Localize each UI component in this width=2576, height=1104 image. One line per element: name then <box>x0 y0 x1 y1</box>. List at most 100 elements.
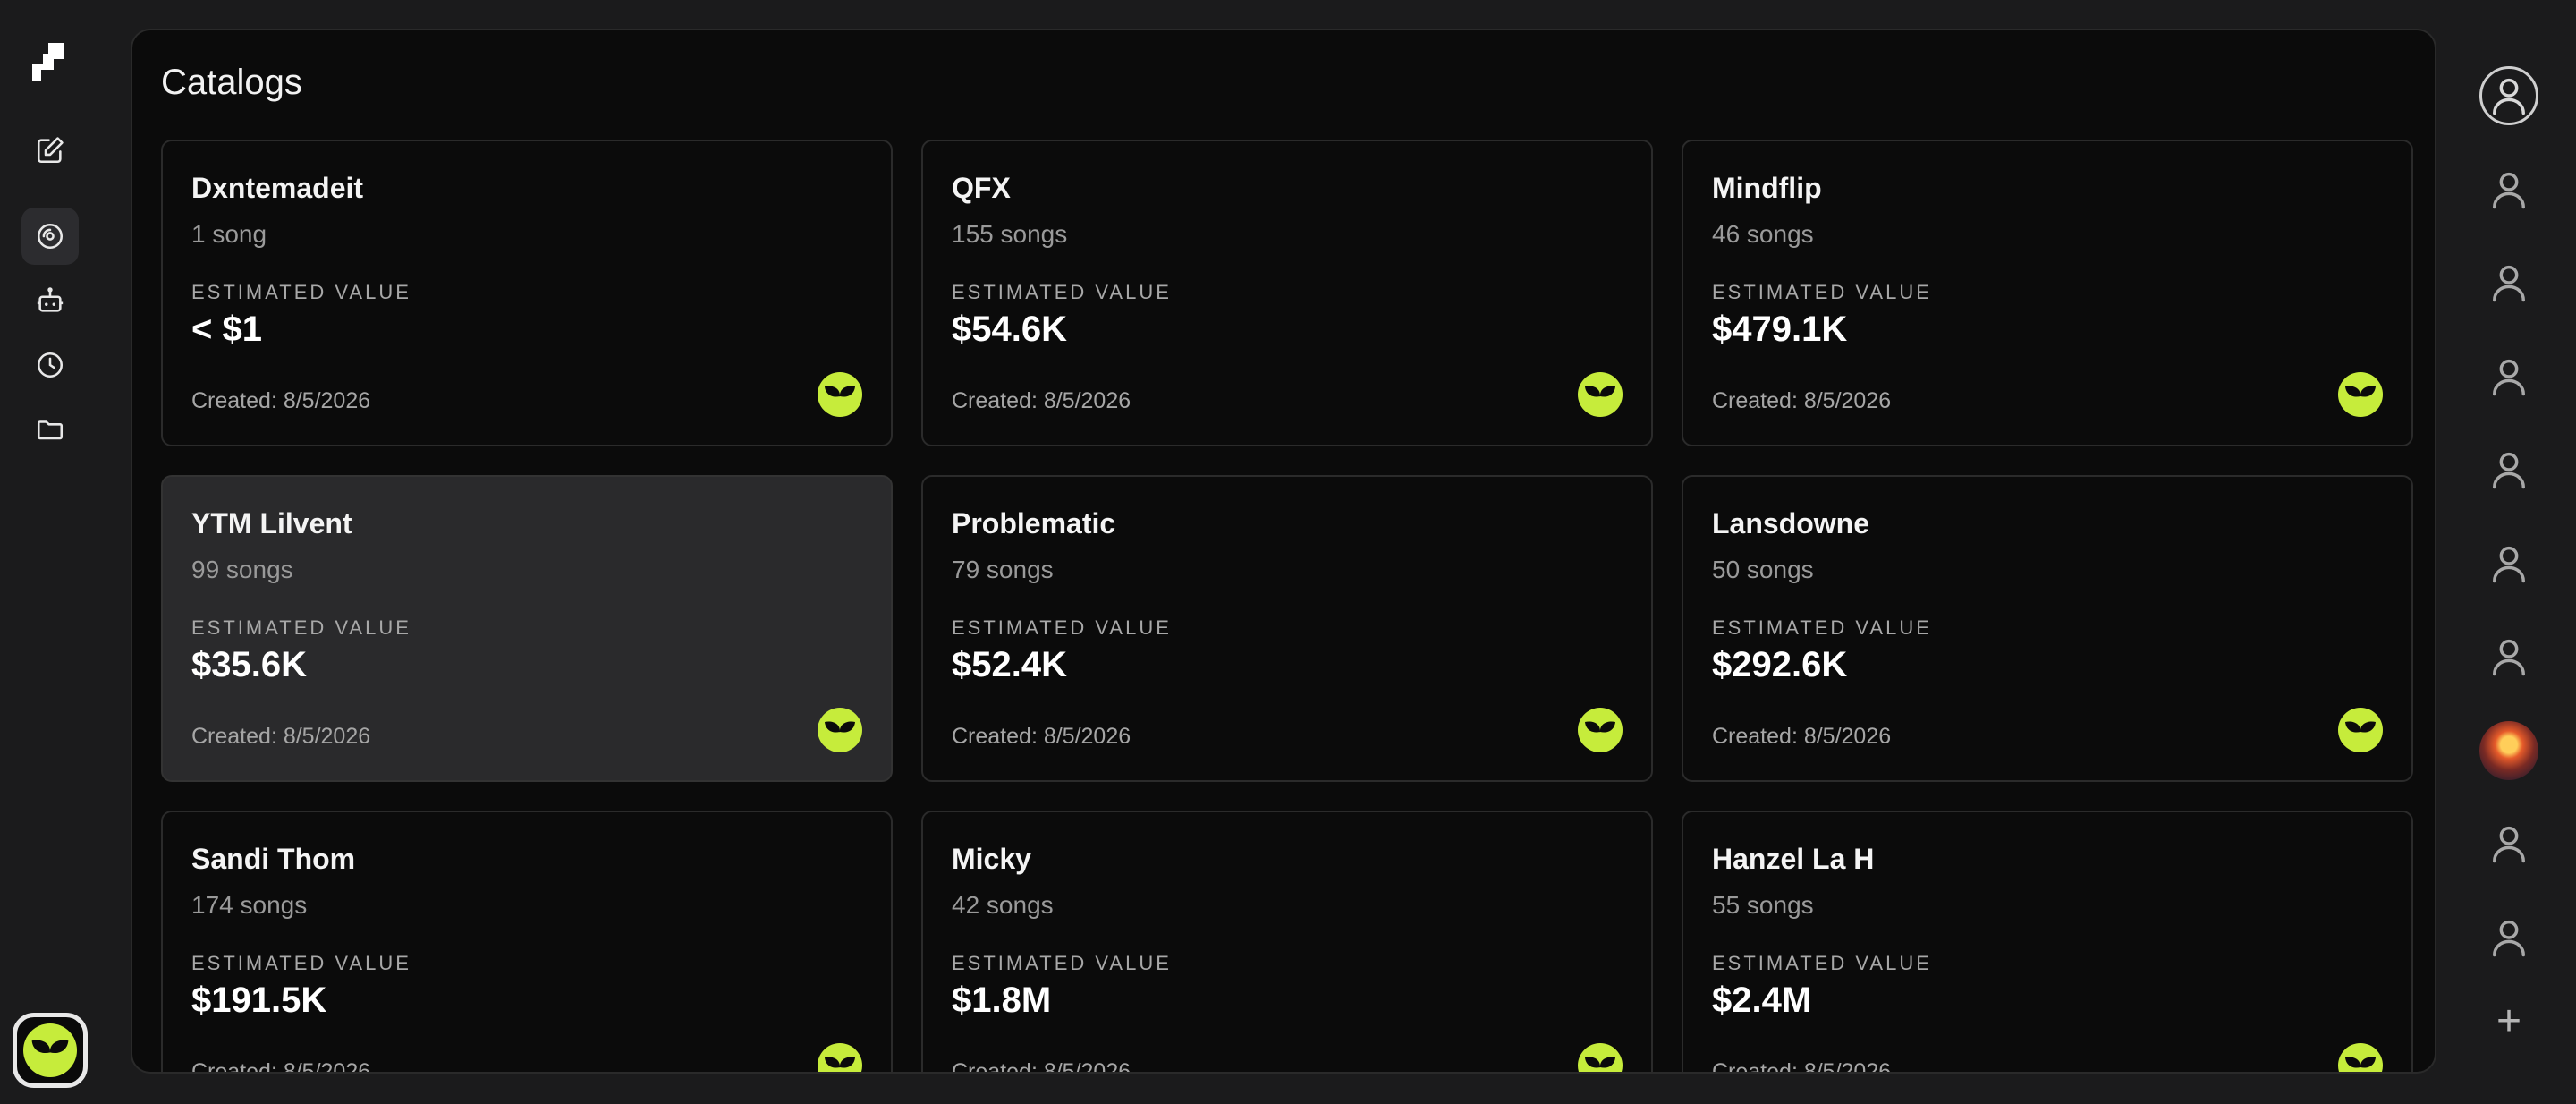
estimated-value-label: ESTIMATED VALUE <box>1712 952 1932 974</box>
catalog-card[interactable]: Sandi Thom 174 songs ESTIMATED VALUE $191.5… <box>161 811 893 1074</box>
song-count: 174 songs <box>191 891 308 919</box>
catalog-name: Hanzel La H <box>1712 843 1875 875</box>
song-count: 46 songs <box>1712 220 1814 248</box>
estimated-value: $2.4M <box>1712 981 1812 1020</box>
created-date: Created: 8/5/2026 <box>1712 724 1892 749</box>
sprout-badge-icon <box>1578 372 1623 417</box>
estimated-value-label: ESTIMATED VALUE <box>1712 616 1932 639</box>
song-count: 55 songs <box>1712 891 1814 919</box>
user-icon <box>2493 639 2525 676</box>
user-avatar[interactable] <box>2479 66 2538 125</box>
logo-icon[interactable] <box>29 39 73 84</box>
estimated-value: $479.1K <box>1712 310 1848 349</box>
left-sidebar <box>0 0 100 1104</box>
created-date: Created: 8/5/2026 <box>191 724 371 749</box>
user-icon <box>2493 359 2525 395</box>
created-date: Created: 8/5/2026 <box>952 388 1131 413</box>
robot-icon <box>37 287 64 312</box>
catalog-card[interactable]: Micky 42 songs ESTIMATED VALUE $1.8M Created… <box>921 811 1653 1074</box>
add-user-button[interactable]: + <box>2479 991 2538 1050</box>
files-nav-button[interactable] <box>21 401 79 458</box>
catalog-name: Problematic <box>952 507 1116 539</box>
created-date: Created: 8/5/2026 <box>1712 1059 1892 1074</box>
catalog-card[interactable]: Problematic 79 songs ESTIMATED VALUE $52.4K… <box>921 475 1653 782</box>
user-avatar[interactable] <box>2479 440 2538 499</box>
catalog-name: Micky <box>952 843 1031 875</box>
sprout-badge-icon <box>818 708 862 752</box>
sprout-badge-icon <box>2338 372 2383 417</box>
catalog-name: Sandi Thom <box>191 843 356 875</box>
created-date: Created: 8/5/2026 <box>952 724 1131 749</box>
catalog-grid: Dxntemadeit 1 song ESTIMATED VALUE < $1 Crea… <box>161 140 2413 1074</box>
catalogs-nav-button[interactable] <box>21 208 79 265</box>
user-icon <box>2493 826 2525 863</box>
user-avatar[interactable] <box>2479 627 2538 686</box>
user-avatar[interactable] <box>2479 534 2538 593</box>
estimated-value: $54.6K <box>952 310 1067 349</box>
edit-button[interactable] <box>21 122 79 179</box>
user-avatar[interactable] <box>2479 160 2538 219</box>
user-icon <box>2493 265 2525 302</box>
estimated-value-label: ESTIMATED VALUE <box>191 952 411 974</box>
catalog-card[interactable]: Hanzel La H 55 songs ESTIMATED VALUE $2.4M C… <box>1682 811 2413 1074</box>
catalog-card[interactable]: Mindflip 46 songs ESTIMATED VALUE $479.1K Cr… <box>1682 140 2413 446</box>
page-title: Catalogs <box>161 63 302 102</box>
estimated-value-label: ESTIMATED VALUE <box>952 952 1172 974</box>
user-avatar[interactable] <box>2479 253 2538 312</box>
right-sidebar: + <box>2462 0 2576 1104</box>
workspace-avatar[interactable] <box>13 1013 88 1088</box>
catalog-name: Dxntemadeit <box>191 172 364 204</box>
catalog-name: YTM Lilvent <box>191 507 352 539</box>
user-icon <box>2493 920 2525 956</box>
disc-icon <box>37 223 64 250</box>
song-count: 50 songs <box>1712 556 1814 583</box>
sprout-badge-icon <box>818 1043 862 1072</box>
estimated-value: $35.6K <box>191 645 307 684</box>
created-date: Created: 8/5/2026 <box>952 1059 1131 1074</box>
song-count: 79 songs <box>952 556 1054 583</box>
catalog-card[interactable]: QFX 155 songs ESTIMATED VALUE $54.6K Created… <box>921 140 1653 446</box>
song-count: 1 song <box>191 220 267 248</box>
created-date: Created: 8/5/2026 <box>191 388 371 413</box>
estimated-value-label: ESTIMATED VALUE <box>1712 281 1932 303</box>
estimated-value-label: ESTIMATED VALUE <box>952 616 1172 639</box>
user-icon <box>2493 78 2525 115</box>
catalog-card[interactable]: Lansdowne 50 songs ESTIMATED VALUE $292.6K C… <box>1682 475 2413 782</box>
sprout-badge-icon <box>2338 708 2383 752</box>
estimated-value: $191.5K <box>191 981 327 1020</box>
main-panel: Catalogs Dxntemadeit 1 song ESTIMATED VALU… <box>131 29 2436 1074</box>
song-count: 99 songs <box>191 556 293 583</box>
catalog-card[interactable]: YTM Lilvent 99 songs ESTIMATED VALUE $35.6K… <box>161 475 893 782</box>
sprout-badge-icon <box>818 372 862 417</box>
catalog-name: QFX <box>952 172 1011 204</box>
estimated-value: $292.6K <box>1712 645 1848 684</box>
edit-icon <box>37 137 64 164</box>
clock-icon <box>37 352 64 378</box>
history-nav-button[interactable] <box>21 336 79 394</box>
user-icon <box>2493 546 2525 582</box>
sprout-badge-icon <box>2338 1043 2383 1072</box>
catalog-name: Mindflip <box>1712 172 1822 204</box>
user-avatar[interactable] <box>2479 814 2538 873</box>
user-icon <box>2493 172 2525 208</box>
song-count: 42 songs <box>952 891 1054 919</box>
sprout-logo-icon <box>23 1023 77 1077</box>
folder-icon <box>37 420 64 440</box>
sprout-badge-icon <box>1578 1043 1623 1072</box>
estimated-value-label: ESTIMATED VALUE <box>191 281 411 303</box>
estimated-value: < $1 <box>191 310 262 349</box>
catalog-card[interactable]: Dxntemadeit 1 song ESTIMATED VALUE < $1 Crea… <box>161 140 893 446</box>
user-avatar[interactable] <box>2479 347 2538 406</box>
user-avatar-photo[interactable] <box>2479 720 2538 780</box>
sprout-badge-icon <box>1578 708 1623 752</box>
catalog-name: Lansdowne <box>1712 507 1870 539</box>
created-date: Created: 8/5/2026 <box>1712 388 1892 413</box>
user-avatar[interactable] <box>2479 908 2538 967</box>
song-count: 155 songs <box>952 220 1068 248</box>
automation-nav-button[interactable] <box>21 272 79 329</box>
user-icon <box>2493 452 2525 489</box>
estimated-value-label: ESTIMATED VALUE <box>191 616 411 639</box>
created-date: Created: 8/5/2026 <box>191 1059 371 1074</box>
estimated-value-label: ESTIMATED VALUE <box>952 281 1172 303</box>
estimated-value: $52.4K <box>952 645 1067 684</box>
